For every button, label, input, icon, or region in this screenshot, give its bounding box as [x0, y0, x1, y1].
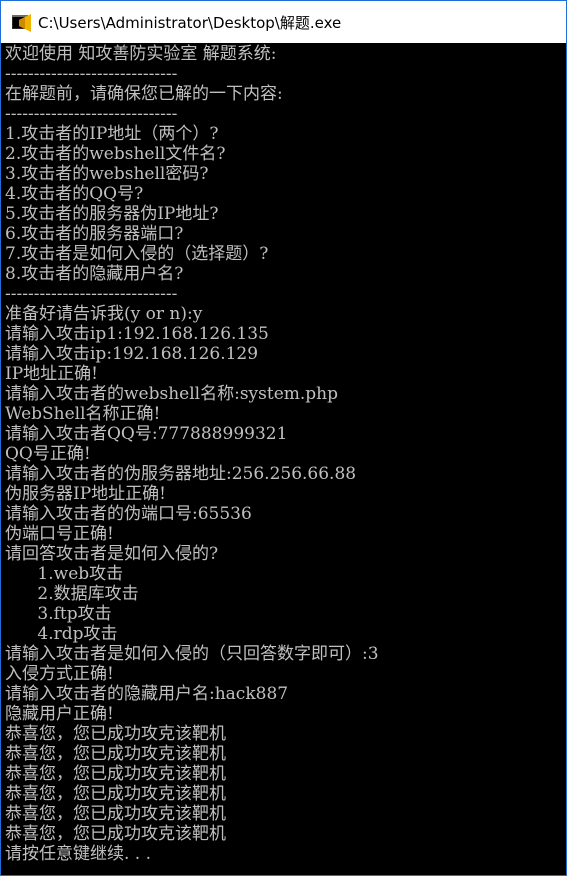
console-line: 7.攻击者是如何入侵的（选择题）? [5, 244, 269, 264]
console-line: 3.攻击者的webshell密码? [5, 164, 209, 184]
console-line: 请输入攻击者的伪端口号:65536 [5, 504, 252, 524]
console-line: 请输入攻击ip1:192.168.126.135 [5, 324, 269, 344]
console-line: 6.攻击者的服务器端口? [5, 224, 184, 244]
console-line: 准备好请告诉我(y or n):y [5, 304, 203, 324]
console-line: 恭喜您，您已成功攻克该靶机 [5, 724, 226, 744]
console-window: C:\Users\Administrator\Desktop\解题.exe 欢迎… [0, 0, 567, 876]
console-line: 在解题前，请确保您已解的一下内容: [5, 84, 283, 104]
console-line: 8.攻击者的隐藏用户名? [5, 264, 184, 284]
console-line: ------------------------------ [5, 104, 178, 124]
console-line: 请按任意键继续. . . [5, 844, 152, 864]
console-line: QQ号正确! [5, 444, 91, 464]
console-line: 请输入攻击者的伪服务器地址:256.256.66.88 [5, 464, 357, 484]
console-line: 恭喜您，您已成功攻克该靶机 [5, 784, 226, 804]
console-line: ------------------------------ [5, 64, 178, 84]
console-line: 请输入攻击ip:192.168.126.129 [5, 344, 259, 364]
console-line: 伪端口号正确! [5, 524, 114, 544]
console-line: 恭喜您，您已成功攻克该靶机 [5, 744, 226, 764]
console-output[interactable]: 欢迎使用 知攻善防实验室 解题系统: ----------------------… [1, 43, 566, 875]
console-line: 入侵方式正确! [5, 664, 114, 684]
console-line: 欢迎使用 知攻善防实验室 解题系统: [5, 44, 277, 64]
console-line: 请输入攻击者是如何入侵的（只回答数字即可）:3 [5, 644, 379, 664]
console-line: 恭喜您，您已成功攻克该靶机 [5, 824, 226, 844]
console-line: 4.攻击者的QQ号? [5, 184, 144, 204]
console-line: 4.rdp攻击 [5, 624, 118, 644]
console-line: 请回答攻击者是如何入侵的? [5, 544, 219, 564]
console-line: IP地址正确! [5, 364, 98, 384]
title-bar[interactable]: C:\Users\Administrator\Desktop\解题.exe [1, 1, 566, 43]
console-line: 1.web攻击 [5, 564, 124, 584]
console-line: 隐藏用户正确! [5, 704, 114, 724]
console-line: 2.攻击者的webshell文件名? [5, 144, 226, 164]
window-title: C:\Users\Administrator\Desktop\解题.exe [38, 13, 342, 32]
console-line: ------------------------------ [5, 284, 178, 304]
console-app-icon[interactable] [10, 11, 32, 33]
console-line: 恭喜您，您已成功攻克该靶机 [5, 804, 226, 824]
console-line: 1.攻击者的IP地址（两个）? [5, 124, 219, 144]
console-line: WebShell名称正确! [5, 404, 161, 424]
console-line: 恭喜您，您已成功攻克该靶机 [5, 764, 226, 784]
console-line: 请输入攻击者的webshell名称:system.php [5, 384, 339, 404]
console-line: 3.ftp攻击 [5, 604, 112, 624]
console-line: 2.数据库攻击 [5, 584, 139, 604]
console-line: 伪服务器IP地址正确! [5, 484, 166, 504]
console-line: 请输入攻击者QQ号:777888999321 [5, 424, 288, 444]
console-line: 请输入攻击者的隐藏用户名:hack887 [5, 684, 289, 704]
console-line: 5.攻击者的服务器伪IP地址? [5, 204, 219, 224]
